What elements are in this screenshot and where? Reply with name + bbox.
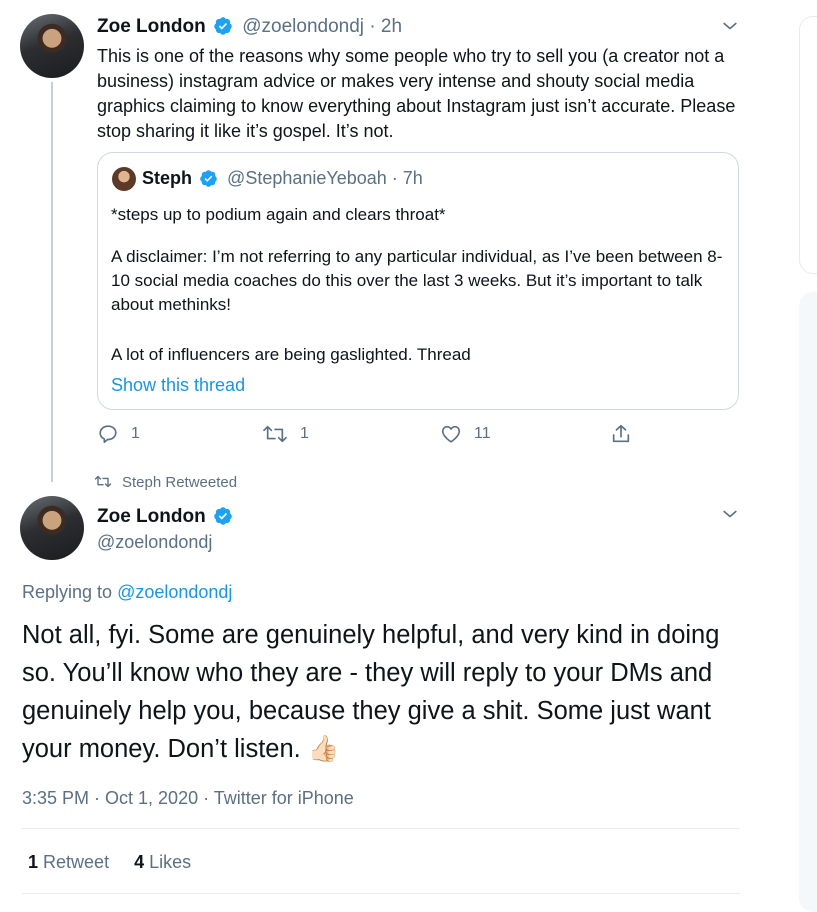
right-sidebar [797, 0, 817, 912]
heart-icon [441, 425, 461, 443]
like-count: 11 [474, 425, 491, 442]
replying-to: Replying to @zoelondondj [22, 580, 232, 604]
quote-handle-time[interactable]: @StephanieYeboah · 7h [227, 168, 423, 188]
replying-to-label: Replying to [22, 582, 113, 602]
chevron-down-icon[interactable] [720, 16, 740, 36]
share-icon[interactable] [610, 422, 632, 446]
avatar[interactable] [20, 496, 84, 560]
replying-to-handle-link[interactable]: @zoelondondj [117, 582, 232, 602]
tweet2-text: Not all, fyi. Some are genuinely helpful… [22, 621, 720, 763]
retweeted-banner[interactable]: Steph Retweeted [94, 472, 237, 494]
sidebar-card-bottom [799, 292, 817, 912]
tweet-time[interactable]: · 2h [369, 16, 402, 37]
chevron-down-icon[interactable] [720, 504, 740, 524]
retweet-count: 1 [300, 425, 309, 442]
quote-text-line1: *steps up to podium again and clears thr… [111, 205, 446, 224]
author-name[interactable]: Zoe London [97, 16, 206, 37]
tweet2-author-name-row: Zoe London [97, 504, 233, 530]
tweet1-header: Zoe London @zoelondondj · 2h [97, 14, 717, 40]
likes-count: 4 [134, 852, 145, 872]
reply-icon [99, 425, 117, 444]
author-name[interactable]: Zoe London [97, 506, 206, 527]
tweet-timestamp[interactable]: 3:35 PM · Oct 1, 2020 · Twitter for iPho… [22, 786, 354, 810]
quote-author-name[interactable]: Steph [142, 168, 192, 188]
author-handle[interactable]: @zoelondondj [97, 530, 212, 554]
retweet-icon [263, 425, 287, 443]
author-handle[interactable]: @zoelondondj [242, 16, 364, 37]
quote-text-line3: A lot of influencers are being gaslighte… [111, 345, 471, 364]
tweet-stats: 1 Retweet 4 Likes [28, 850, 191, 874]
verified-badge-icon [214, 507, 232, 525]
divider [22, 828, 740, 829]
verified-badge-icon [200, 169, 217, 187]
retweet-icon [94, 475, 112, 488]
reply-count: 1 [131, 425, 140, 442]
thread-connector-line [51, 82, 53, 482]
show-thread-link[interactable]: Show this thread [111, 373, 245, 397]
divider [22, 893, 740, 894]
quote-avatar[interactable] [112, 167, 136, 191]
tweet2-main-text: Not all, fyi. Some are genuinely helpful… [22, 616, 757, 768]
retweets-stat[interactable]: 1 Retweet [28, 852, 114, 872]
tweet1-text: This is one of the reasons why some peop… [97, 46, 736, 141]
likes-stat[interactable]: 4 Likes [134, 852, 191, 872]
retweet-action[interactable]: 1 [262, 422, 309, 446]
reply-action[interactable]: 1 [97, 422, 140, 446]
quote-text-line2: A disclaimer: I’m not referring to any p… [111, 247, 723, 314]
quote-header: Steph @StephanieYeboah · 7h [142, 166, 722, 190]
quoted-tweet-card[interactable]: Steph @StephanieYeboah · 7h *steps up to… [97, 152, 739, 410]
verified-badge-icon [214, 17, 232, 35]
retweets-count: 1 [28, 852, 39, 872]
avatar[interactable] [20, 14, 84, 78]
like-action[interactable]: 11 [440, 422, 491, 446]
sidebar-card-top [799, 16, 817, 274]
likes-label: Likes [149, 852, 192, 872]
retweets-label: Retweet [43, 852, 110, 872]
thumbs-up-emoji: 👍🏻 [307, 735, 340, 763]
retweeted-by-text: Steph Retweeted [122, 474, 238, 491]
